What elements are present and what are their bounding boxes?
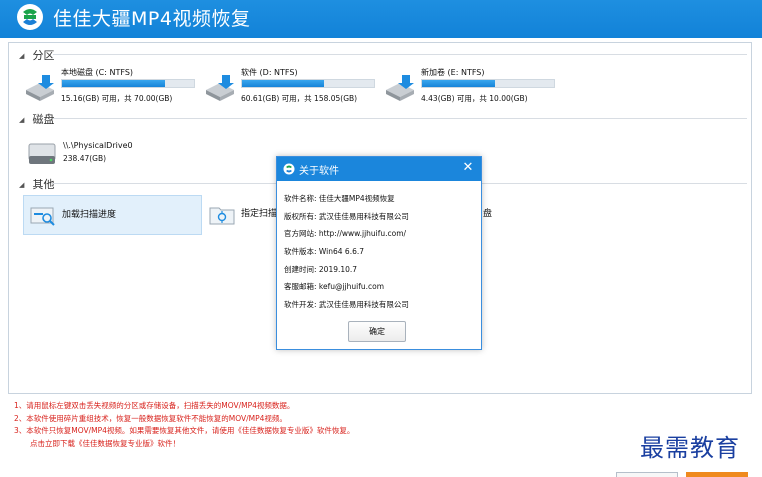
about-row-name: 软件名称: 佳佳大疆MP4视频恢复 — [284, 194, 395, 203]
partition-usage-bar — [241, 79, 375, 88]
partition-e[interactable]: 新加卷 (E: NTFS) 4.43(GB) 可用，共 10.00(GB) — [383, 67, 563, 111]
about-dialog: 关于软件 ✕ 软件名称: 佳佳大疆MP4视频恢复 版权所有: 武汉佳佳易用科技有… — [276, 156, 482, 350]
partition-usage-text: 15.16(GB) 可用，共 70.00(GB) — [61, 94, 173, 103]
close-icon[interactable]: ✕ — [461, 161, 475, 175]
section-partition-label: 分区 — [32, 49, 55, 62]
partition-usage-bar — [61, 79, 195, 88]
partition-usage-text: 4.43(GB) 可用，共 10.00(GB) — [421, 94, 528, 103]
collapse-triangle-icon[interactable]: ◢ — [19, 52, 29, 60]
specify-scan-label: 指定扫描 — [241, 209, 278, 219]
third-option-button[interactable]: 盘 — [483, 195, 513, 235]
about-row-email[interactable]: 客服邮箱: kefu@jjhuifu.com — [284, 281, 384, 292]
partition-name: 新加卷 (E: NTFS) — [421, 68, 485, 77]
section-other[interactable]: ◢ 其他 — [19, 176, 55, 192]
bottom-button-right[interactable] — [686, 472, 748, 477]
note-line: 1、请用鼠标左键双击丢失视频的分区或存储设备，扫描丢失的MOV/MP4视频数据。 — [14, 401, 295, 410]
disk-name: \\.\PhysicalDrive0 — [63, 141, 133, 150]
partition-d[interactable]: 软件 (D: NTFS) 60.61(GB) 可用，共 158.05(GB) — [203, 67, 383, 111]
about-row-developer: 软件开发: 武汉佳佳易用科技有限公司 — [284, 300, 409, 309]
section-divider — [53, 54, 747, 55]
about-dialog-title: 关于软件 — [299, 166, 339, 177]
about-row-copyright: 版权所有: 武汉佳佳易用科技有限公司 — [284, 212, 409, 221]
section-disk-label: 磁盘 — [32, 113, 55, 126]
app-window: 佳佳大疆MP4视频恢复 ◢ 分区 本地磁盘 (C: NTFS) 15.16(GB… — [0, 0, 762, 477]
third-option-label: 盘 — [483, 209, 493, 219]
drive-icon — [386, 75, 414, 101]
partition-name: 软件 (D: NTFS) — [241, 68, 298, 77]
load-scan-progress-button[interactable]: 加载扫描进度 — [23, 195, 202, 235]
hard-disk-icon — [28, 143, 56, 164]
watermark-text: 最需教育 — [640, 434, 740, 462]
download-link[interactable]: 点击立即下载《佳佳数据恢复专业版》软件！ — [14, 438, 354, 451]
specify-scan-button[interactable]: 指定扫描 — [203, 195, 283, 235]
collapse-triangle-icon[interactable]: ◢ — [19, 181, 29, 189]
app-logo-icon — [283, 163, 295, 175]
note-line: 2、本软件使用碎片重组技术，恢复一般数据恢复软件不能恢复的MOV/MP4视频。 — [14, 413, 287, 423]
bottom-button-left[interactable] — [616, 472, 678, 477]
about-row-website[interactable]: 官方网站: http://www.jjhuifu.com/ — [284, 228, 406, 239]
collapse-triangle-icon[interactable]: ◢ — [19, 116, 29, 124]
partition-usage-bar — [421, 79, 555, 88]
ok-button[interactable]: 确定 — [348, 321, 406, 342]
app-logo-icon — [17, 4, 43, 30]
section-other-label: 其他 — [32, 178, 55, 191]
section-partition[interactable]: ◢ 分区 — [19, 47, 55, 63]
load-scan-icon — [30, 207, 55, 226]
disk-size: 238.47(GB) — [63, 154, 107, 163]
about-row-version: 软件版本: Win64 6.6.7 — [284, 247, 365, 256]
partition-usage-text: 60.61(GB) 可用，共 158.05(GB) — [241, 94, 358, 103]
notes-panel: 1、请用鼠标左键双击丢失视频的分区或存储设备，扫描丢失的MOV/MP4视频数据。… — [14, 400, 354, 450]
about-row-date: 创建时间: 2019.10.7 — [284, 265, 358, 274]
section-disk[interactable]: ◢ 磁盘 — [19, 111, 55, 127]
note-line: 3、本软件只恢复MOV/MP4视频。如果需要恢复其他文件，请使用《佳佳数据恢复专… — [14, 426, 355, 436]
partition-name: 本地磁盘 (C: NTFS) — [61, 68, 134, 77]
partition-c[interactable]: 本地磁盘 (C: NTFS) 15.16(GB) 可用，共 70.00(GB) — [23, 67, 203, 111]
title-bar: 佳佳大疆MP4视频恢复 — [0, 0, 762, 38]
drive-icon — [26, 75, 54, 101]
drive-icon — [206, 75, 234, 101]
about-dialog-titlebar: 关于软件 ✕ — [277, 157, 481, 181]
app-title: 佳佳大疆MP4视频恢复 — [53, 8, 251, 30]
section-divider — [53, 118, 747, 119]
load-scan-progress-label: 加载扫描进度 — [62, 210, 117, 220]
specify-scan-icon — [209, 207, 235, 225]
